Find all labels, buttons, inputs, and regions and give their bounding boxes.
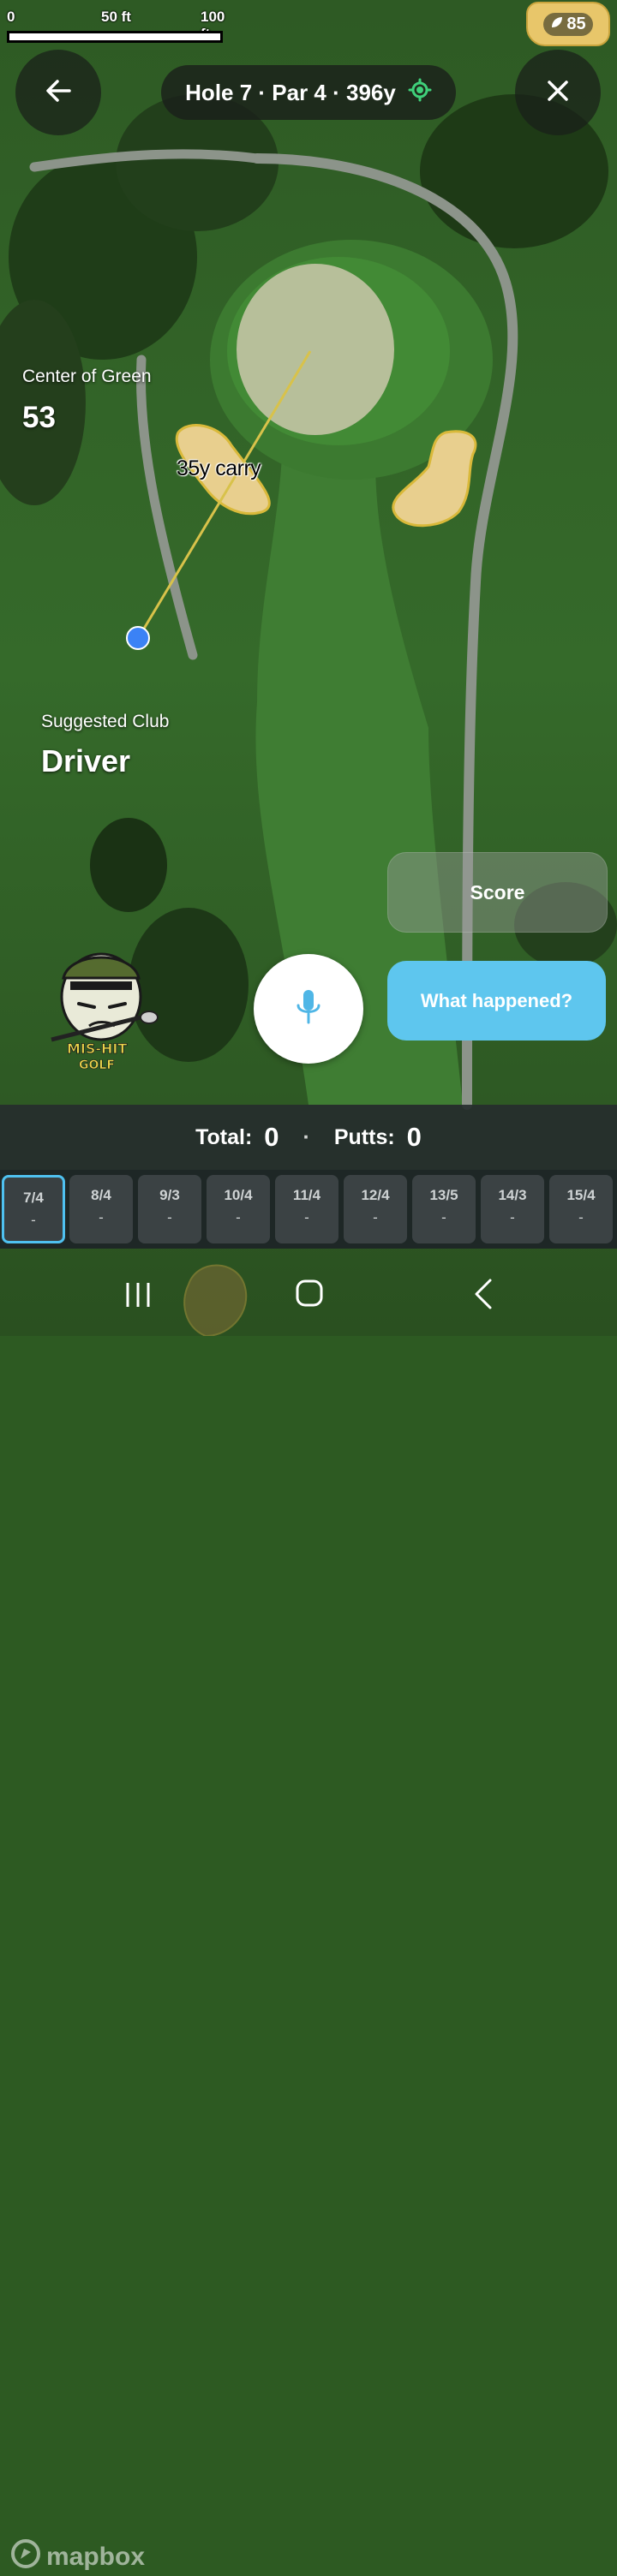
mapbox-attribution-text: mapbox [46,2543,146,2571]
hole-tab[interactable]: 8/4 - [69,1175,133,1243]
carry-label: 35y carry [177,456,261,480]
mapbox-logo-icon [10,2538,41,2576]
map-scale-bar: 0 50 ft 100 ft [5,5,228,48]
leaf-icon [550,15,564,34]
hole-info-pill[interactable]: Hole 7 · Par 4 · 396y [161,65,456,120]
totals-separator: · [303,1124,310,1149]
hole-info-text: Hole 7 · Par 4 · 396y [185,79,396,105]
hole-tab[interactable]: 15/4 - [549,1175,613,1243]
hole-tab-score: - [510,1209,515,1225]
close-icon [545,78,571,108]
suggested-club-label: Suggested Club [41,712,170,731]
hole-tab[interactable]: 10/4 - [207,1175,270,1243]
hole-tab-score: - [304,1209,309,1225]
hole-tab-label: 9/3 [159,1187,180,1203]
target-label: Center of Green [22,367,152,386]
brand-logo: MIS-HIT GOLF [45,944,165,1072]
hole-tab-label: 10/4 [224,1187,253,1203]
hole-tab-label: 8/4 [91,1187,111,1203]
hole-tab[interactable]: 14/3 - [481,1175,544,1243]
target-distance: 53 [22,401,56,434]
hole-tab-label: 14/3 [498,1187,527,1203]
putts-label: Putts: [333,1124,395,1149]
score-totals-bar: Total: 0 · Putts: 0 [0,1105,617,1170]
gps-target-icon [408,78,432,108]
svg-text:GOLF: GOLF [79,1058,115,1072]
microphone-icon [294,988,323,1030]
hole-tab-score: - [373,1209,378,1225]
scale-label-zero: 0 [7,9,15,25]
hole-tab[interactable]: 12/4 - [344,1175,407,1243]
hole-tab[interactable]: 9/3 - [138,1175,201,1243]
hole-tab-score: - [236,1209,241,1225]
hole-tab-score: - [578,1209,584,1225]
system-navigation-bar: mapbox [0,1249,617,2571]
close-button[interactable] [515,50,601,135]
suggested-club-value: Driver [41,743,131,778]
scale-label-mid: 50 ft [101,9,131,25]
hole-tab-label: 15/4 [566,1187,596,1203]
hole-selector-strip[interactable]: 7/4 - 8/4 - 9/3 - 10/4 - 11/4 - 12/4 - 1… [0,1170,617,1249]
hole-tab-label: 13/5 [429,1187,458,1203]
hole-tab-label: 11/4 [292,1187,321,1203]
status-badge-value: 85 [566,14,586,33]
what-happened-button[interactable]: What happened? [387,961,606,1041]
total-value: 0 [264,1122,279,1152]
arrow-left-icon [44,76,73,110]
status-badge: 85 [526,2,610,46]
hole-tab-score: - [99,1209,104,1225]
mapbox-attribution[interactable]: mapbox [10,2538,145,2576]
hole-tab[interactable]: 11/4 - [275,1175,338,1243]
recent-apps-button[interactable] [123,1279,153,1315]
hole-tab-label: 12/4 [361,1187,390,1203]
score-button[interactable]: Score [387,852,608,933]
scale-bar [7,31,223,43]
svg-text:MIS-HIT: MIS-HIT [67,1041,127,1057]
putts-value: 0 [406,1122,422,1152]
hole-tab-score: - [167,1209,172,1225]
back-button[interactable] [15,50,101,135]
hole-tab-label: 7/4 [23,1190,44,1206]
voice-input-button[interactable] [254,954,363,1064]
hole-tab-score: - [441,1209,446,1225]
home-button[interactable] [294,1278,325,1313]
hole-tab-score: - [31,1212,36,1228]
hole-tab[interactable]: 7/4 - [2,1175,65,1243]
total-label: Total: [195,1124,253,1149]
hole-tab[interactable]: 13/5 - [412,1175,476,1243]
system-back-button[interactable] [471,1278,495,1315]
